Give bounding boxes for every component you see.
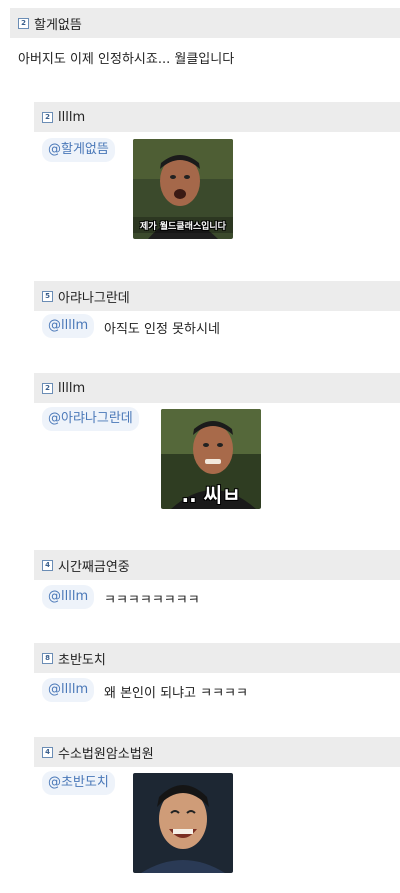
- image-caption: .. 씨ㅂ: [181, 483, 241, 507]
- author-nickname[interactable]: 아랴나그란데: [58, 287, 130, 306]
- reply-header: 4 수소법원암소법원: [34, 737, 400, 767]
- author-nickname[interactable]: 시간째금연중: [58, 556, 130, 575]
- comment-header: 2 할게없뜸: [10, 8, 400, 38]
- mention-tag[interactable]: @llllm: [42, 585, 95, 609]
- reply-header: 2 llllm: [34, 373, 400, 403]
- author-nickname[interactable]: 초반도치: [58, 649, 106, 668]
- level-badge-icon: 8: [42, 652, 53, 664]
- reply-header: 2 llllm: [34, 102, 400, 132]
- image-caption: 제가 월드클래스입니다: [140, 222, 226, 232]
- level-badge-icon: 5: [42, 290, 53, 302]
- reply-header: 5 아랴나그란데: [34, 281, 400, 311]
- reply-image[interactable]: 제가 월드클래스입니다: [133, 139, 233, 239]
- reply-image[interactable]: .. 씨ㅂ: [161, 409, 261, 509]
- reply-image[interactable]: [133, 773, 233, 873]
- comment-text: 아버지도 이제 인정하시죠... 월클입니다: [18, 52, 235, 67]
- level-badge-icon: 2: [42, 382, 53, 394]
- mention-tag[interactable]: @llllm: [42, 314, 95, 338]
- author-nickname[interactable]: 할게없뜸: [34, 14, 82, 33]
- mention-tag[interactable]: @할게없뜸: [42, 138, 115, 162]
- author-nickname[interactable]: llllm: [58, 381, 85, 396]
- reply-text: ㅋㅋㅋㅋㅋㅋㅋㅋ: [104, 593, 200, 608]
- reply-header: 8 초반도치: [34, 643, 400, 673]
- author-nickname[interactable]: llllm: [58, 110, 85, 125]
- level-badge-icon: 2: [42, 111, 53, 123]
- level-badge-icon: 2: [18, 17, 29, 29]
- mention-tag[interactable]: @아랴나그란데: [42, 407, 139, 431]
- mention-tag[interactable]: @llllm: [42, 678, 95, 702]
- level-badge-icon: 4: [42, 746, 53, 758]
- reply-text: 아직도 인정 못하시네: [104, 322, 220, 337]
- author-nickname[interactable]: 수소법원암소법원: [58, 743, 154, 762]
- mention-tag[interactable]: @초반도치: [42, 771, 115, 795]
- reply-header: 4 시간째금연중: [34, 550, 400, 580]
- reply-text: 왜 본인이 되냐고 ㅋㅋㅋㅋ: [104, 686, 248, 701]
- level-badge-icon: 4: [42, 559, 53, 571]
